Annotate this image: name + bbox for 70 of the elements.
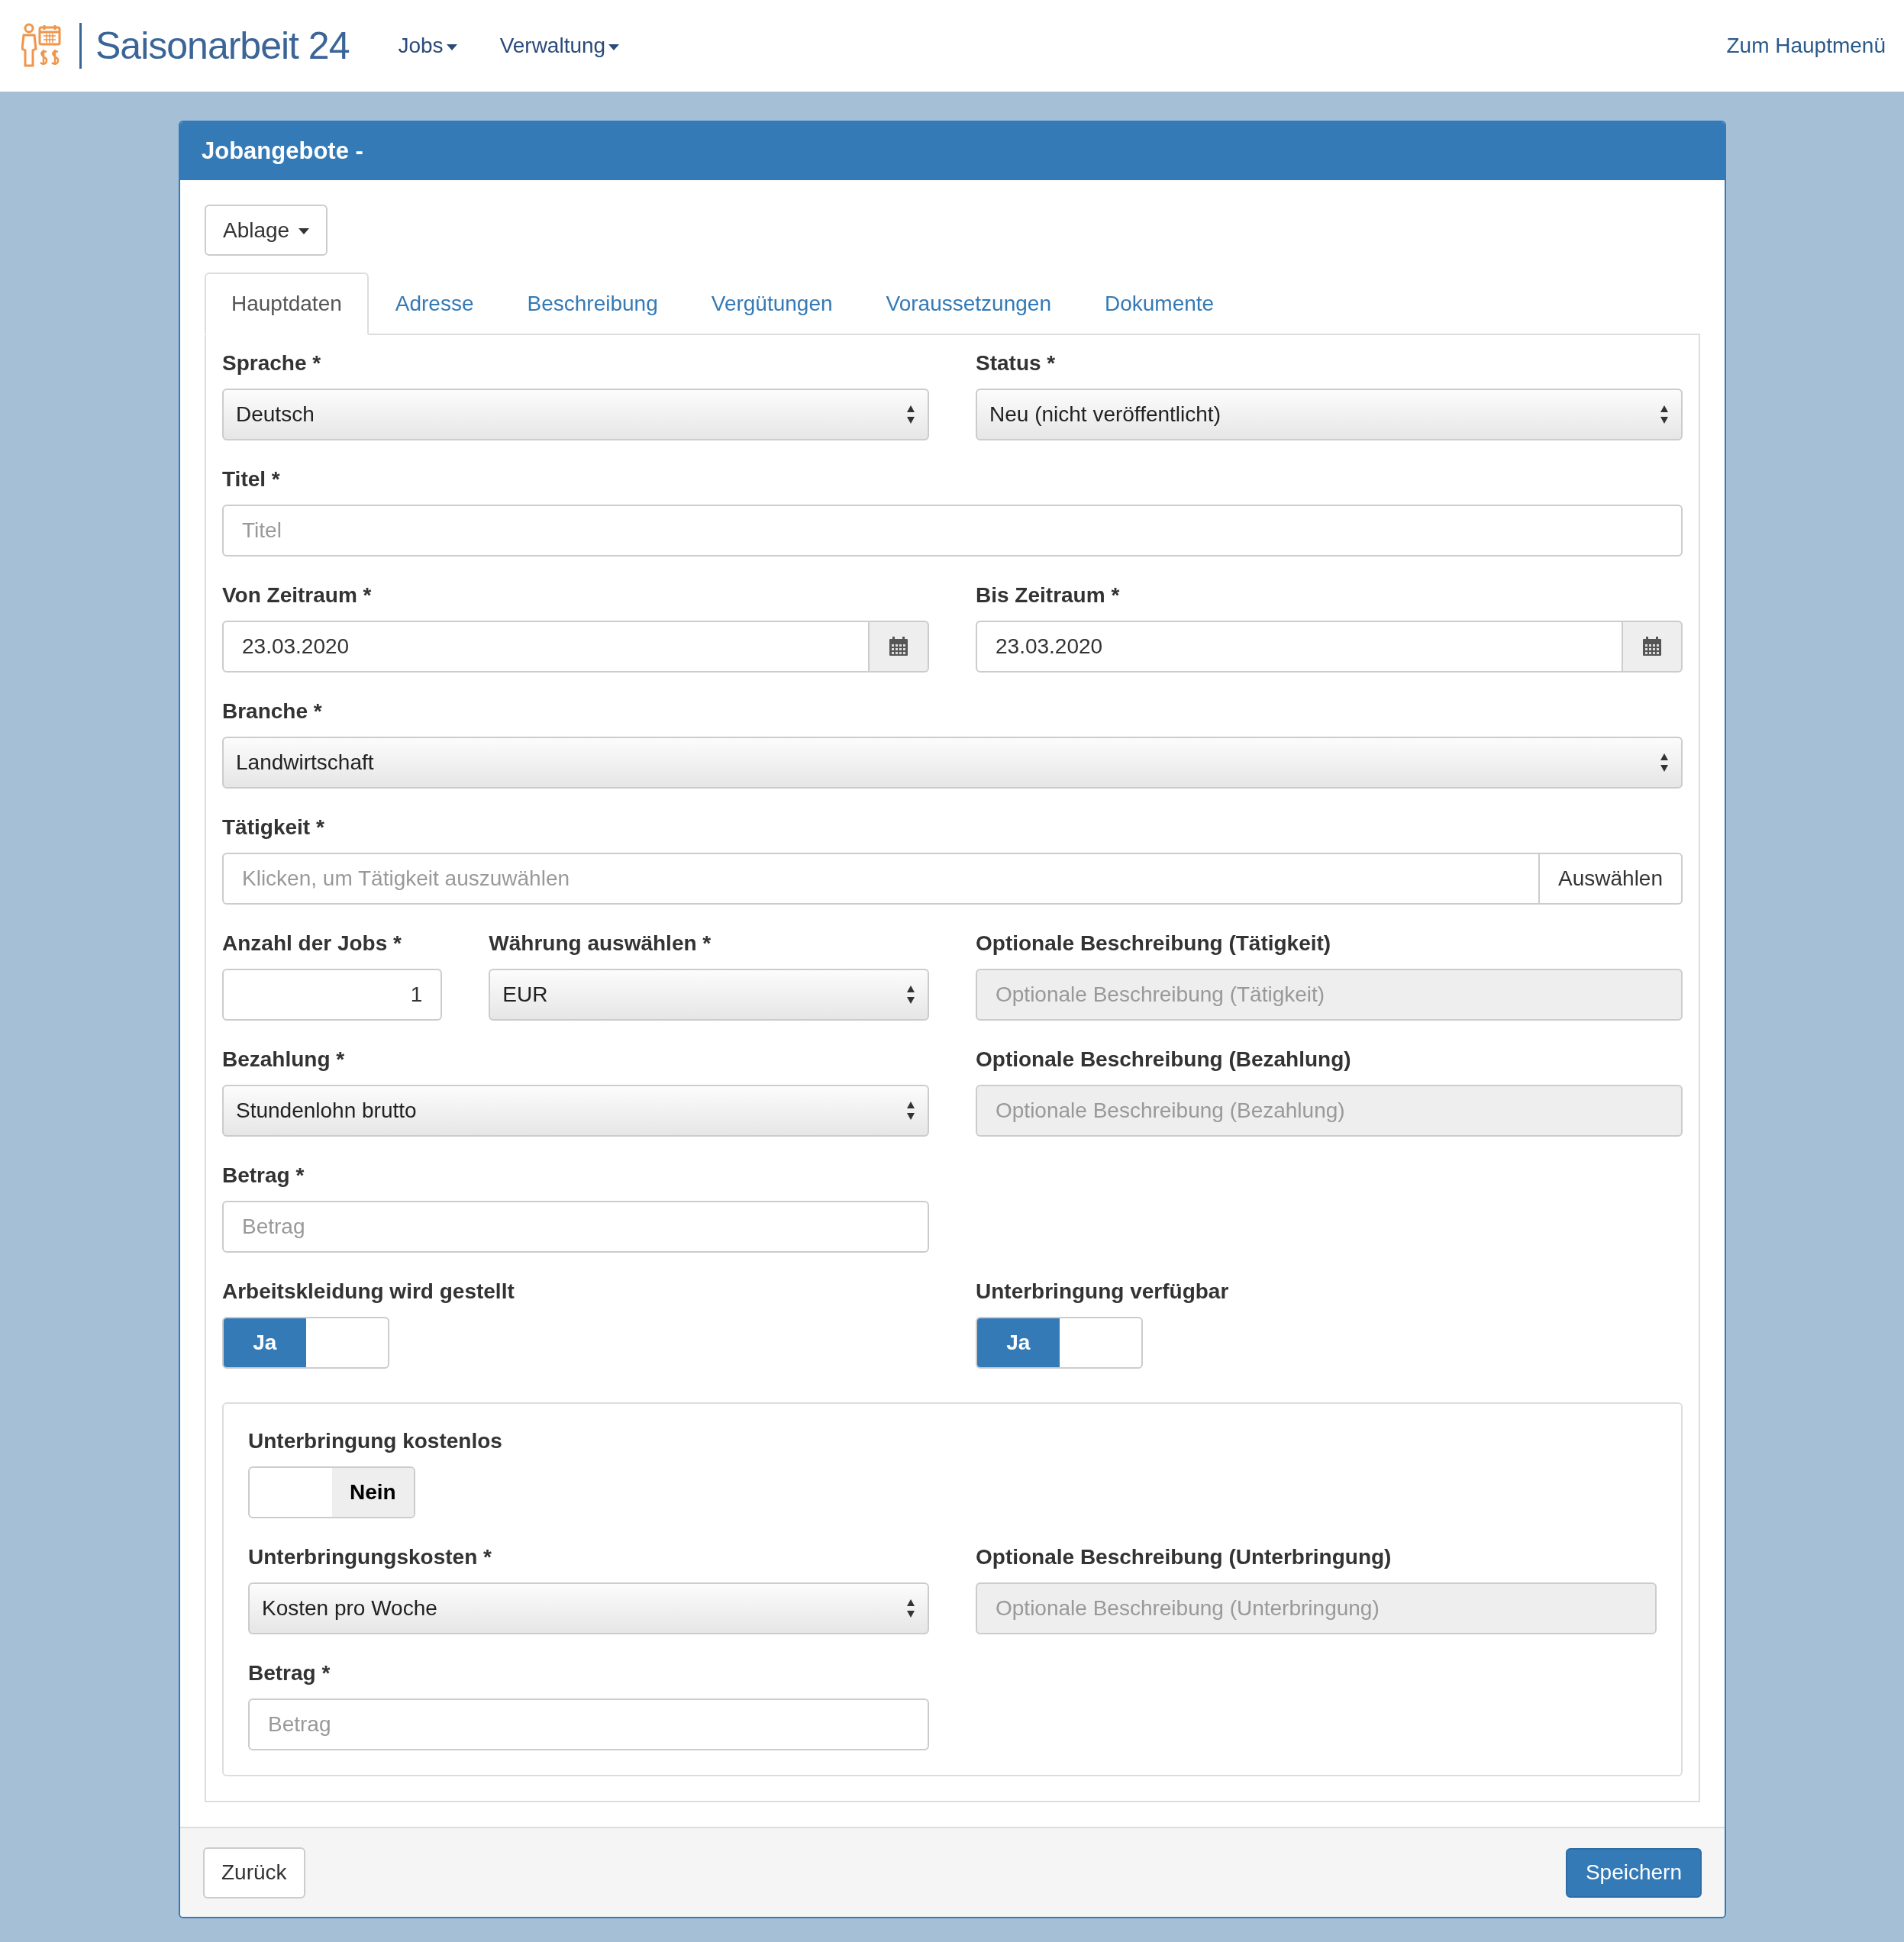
logo-drawing [21, 23, 63, 69]
field-label: Tätigkeit * [222, 815, 325, 840]
field-label: Optionale Beschreibung (Bezahlung) [976, 1047, 1352, 1073]
back-button[interactable]: Zurück [203, 1847, 305, 1898]
field-label: Unterbringungskosten * [248, 1544, 492, 1570]
calendar-button[interactable] [1623, 621, 1683, 673]
tab[interactable]: Voraussetzungen [859, 273, 1078, 335]
select-arrows-icon [906, 1598, 915, 1618]
calendar-button[interactable] [870, 621, 929, 673]
select-arrows-icon [906, 405, 915, 424]
field-label: Betrag * [248, 1660, 331, 1686]
brand-name: Saisonarbeit 24 [95, 27, 350, 65]
caret-icon [608, 44, 620, 50]
select-field[interactable]: Stundenlohn brutto [222, 1085, 929, 1137]
tab[interactable]: Dokumente [1077, 273, 1241, 335]
select-button[interactable]: Auswählen [1540, 853, 1683, 905]
field-label: Währung auswählen * [489, 931, 712, 956]
select-arrows-icon [1660, 753, 1669, 773]
select-field[interactable]: EUR [489, 969, 929, 1021]
input-field[interactable]: Titel [222, 505, 1683, 556]
date-field[interactable]: 23.03.2020 [976, 621, 1623, 673]
caret-icon [446, 44, 457, 50]
tab[interactable]: Hauptdaten [205, 273, 369, 335]
field-label: Titel * [222, 466, 281, 492]
select-field[interactable]: Kosten pro Woche [248, 1582, 929, 1634]
calendar-icon [889, 637, 908, 656]
select-field[interactable]: Deutsch [222, 389, 929, 440]
save-button[interactable]: Speichern [1565, 1847, 1702, 1898]
file-menu-button[interactable]: Ablage [205, 205, 328, 256]
select-value: Landwirtschaft [236, 750, 374, 776]
field-label: Bis Zeitraum * [976, 582, 1121, 608]
select-field[interactable]: Landwirtschaft [222, 737, 1683, 789]
tab[interactable]: Beschreibung [500, 273, 685, 335]
caret-icon [298, 228, 309, 235]
field-label: Status * [976, 350, 1057, 376]
select-arrows-icon [906, 1101, 915, 1121]
toggle-switch[interactable]: Ja [976, 1317, 1143, 1369]
field-label: Anzahl der Jobs * [222, 931, 402, 956]
panel-title: Jobangebote - [180, 122, 1725, 180]
main-menu-link[interactable]: Zum Hauptmenü [1726, 30, 1886, 62]
field-label: Optionale Beschreibung (Tätigkeit) [976, 931, 1332, 956]
select-value: EUR [502, 982, 548, 1008]
field-label: Branche * [222, 698, 323, 724]
input-field[interactable]: Betrag [248, 1698, 929, 1750]
toggle-switch[interactable]: Ja [222, 1317, 389, 1369]
select-value: Kosten pro Woche [262, 1595, 437, 1621]
tab[interactable]: Vergütungen [684, 273, 860, 335]
field-label: Von Zeitraum * [222, 582, 373, 608]
field-label: Optionale Beschreibung (Unterbringung) [976, 1544, 1393, 1570]
field-label: Unterbringung kostenlos [248, 1428, 503, 1454]
input-field[interactable]: Klicken, um Tätigkeit auszuwählen [222, 853, 1540, 905]
input-field[interactable]: Betrag [222, 1201, 929, 1253]
tab[interactable]: Adresse [368, 273, 501, 335]
field-label: Betrag * [222, 1163, 305, 1189]
select-field[interactable]: Neu (nicht veröffentlicht) [976, 389, 1683, 440]
nav-menu[interactable]: Verwaltung [499, 30, 620, 62]
field-label: Sprache * [222, 350, 322, 376]
field-label: Bezahlung * [222, 1047, 346, 1073]
number-field[interactable]: 1 [222, 969, 443, 1021]
toggle-switch[interactable]: Nein [248, 1466, 415, 1518]
select-arrows-icon [906, 985, 915, 1005]
calendar-icon [1642, 637, 1662, 656]
select-value: Stundenlohn brutto [236, 1098, 417, 1124]
field-label: Arbeitskleidung wird gestellt [222, 1279, 515, 1305]
select-arrows-icon [1660, 405, 1669, 424]
nav-menu[interactable]: Jobs [398, 30, 457, 62]
field-label: Unterbringung verfügbar [976, 1279, 1230, 1305]
select-value: Deutsch [236, 402, 315, 427]
date-field[interactable]: 23.03.2020 [222, 621, 870, 673]
select-value: Neu (nicht veröffentlicht) [989, 402, 1221, 427]
